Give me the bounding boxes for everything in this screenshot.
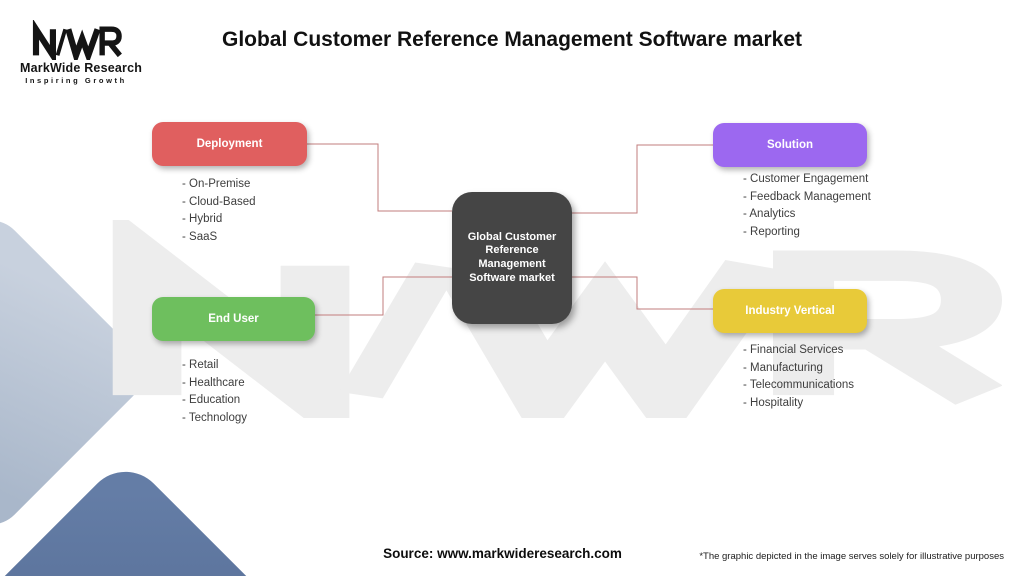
infographic-canvas: MarkWide Research Inspiring Growth Globa… <box>0 0 1024 576</box>
central-node-line: Management <box>478 258 546 270</box>
branch-box-solution: Solution <box>713 123 867 167</box>
list-item: - Healthcare <box>182 376 245 389</box>
list-item: - SaaS <box>182 230 218 243</box>
list-item: - Hybrid <box>182 213 223 225</box>
disclaimer-text: *The graphic depicted in the image serve… <box>699 551 1004 562</box>
branch-label-industry-vertical: Industry Vertical <box>745 305 835 317</box>
list-item: - Manufacturing <box>743 361 823 374</box>
list-item: - Education <box>182 394 241 406</box>
central-node-line: Global Customer <box>467 230 557 243</box>
list-item: - Analytics <box>743 208 796 220</box>
branch-box-end-user: End User <box>152 297 315 341</box>
list-item: - On-Premise <box>182 178 251 190</box>
branch-list-industry-vertical: - Financial Services - Manufacturing - T… <box>743 342 854 412</box>
list-item: - Telecommunications <box>743 379 855 391</box>
list-item: - Reporting <box>743 225 800 238</box>
central-market-node: Global Customer Reference Management Sof… <box>452 192 572 324</box>
logo-company-name: MarkWide Research <box>20 61 143 75</box>
branch-label-solution: Solution <box>767 139 813 151</box>
list-item: - Customer Engagement <box>743 173 869 185</box>
central-node-line: Software market <box>469 271 555 284</box>
branch-list-deployment: - On-Premise - Cloud-Based - Hybrid - Sa… <box>182 176 256 246</box>
branch-list-solution: - Customer Engagement - Feedback Managem… <box>743 171 871 241</box>
logo-tagline: Inspiring Growth <box>25 76 127 85</box>
list-item: - Retail <box>182 359 219 371</box>
list-item: - Technology <box>182 411 247 424</box>
branch-box-deployment: Deployment <box>152 122 307 166</box>
central-node-line: Reference <box>485 244 539 257</box>
branch-label-end-user: End User <box>208 313 259 325</box>
connector-solution <box>572 144 713 214</box>
list-item: - Feedback Management <box>743 190 871 203</box>
branch-label-deployment: Deployment <box>196 138 263 150</box>
branch-box-industry-vertical: Industry Vertical <box>713 289 867 333</box>
list-item: - Cloud-Based <box>182 195 256 208</box>
branch-list-end-user: - Retail - Healthcare - Education - Tech… <box>182 357 247 427</box>
list-item: - Hospitality <box>743 396 804 409</box>
list-item: - Financial Services <box>743 344 844 356</box>
connector-deployment <box>307 143 452 212</box>
page-title: Global Customer Reference Management Sof… <box>221 28 802 51</box>
